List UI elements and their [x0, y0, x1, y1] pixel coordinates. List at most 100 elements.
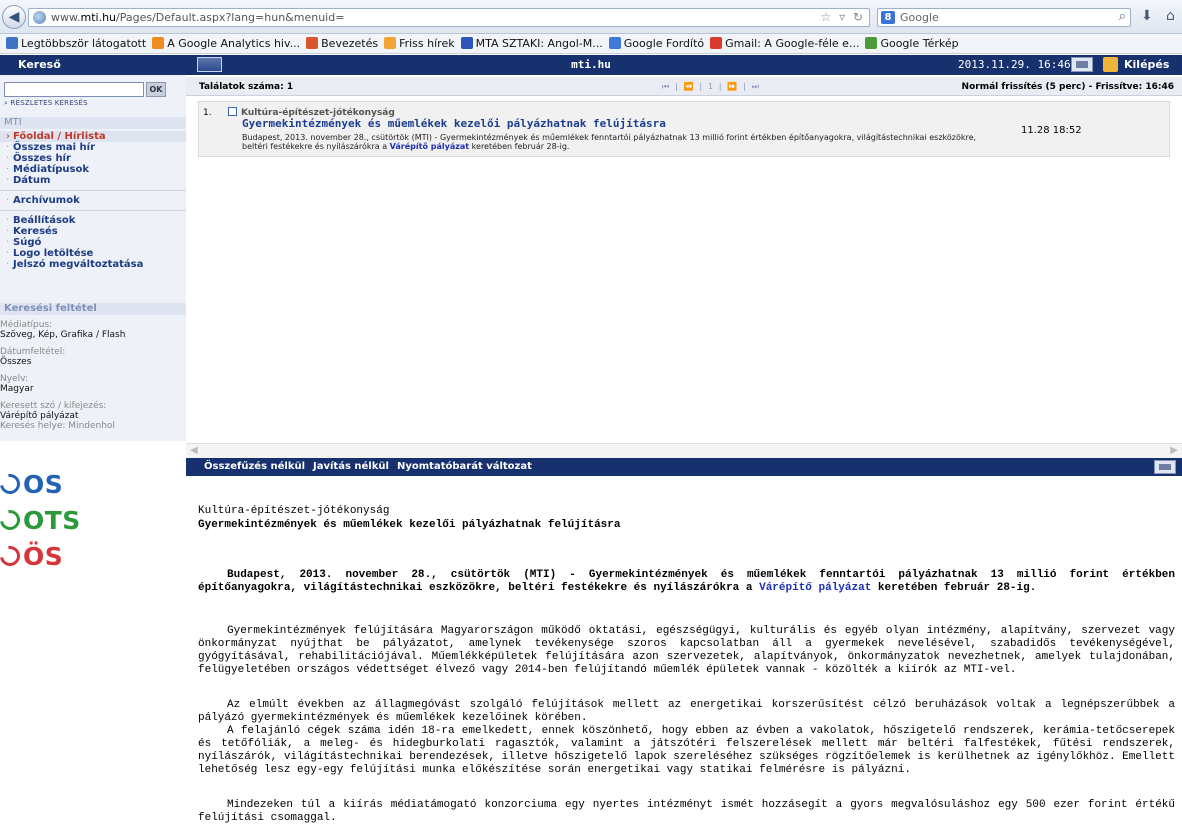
ok-button[interactable]: OK: [146, 82, 166, 97]
logout-link[interactable]: Kilépés: [1124, 58, 1169, 71]
bookmark-item[interactable]: Google Fordító: [608, 34, 705, 53]
no-correction-button[interactable]: Javítás nélkül: [313, 461, 389, 472]
bookmark-item[interactable]: MTA SZTAKI: Angol-M...: [460, 34, 603, 53]
horizontal-scrollbar[interactable]: ◀ ▶: [186, 443, 1182, 458]
sidebar-item-4[interactable]: · Dátum: [0, 175, 186, 186]
bookmark-label: Google Térkép: [880, 37, 959, 50]
url-text: www.mti.hu/Pages/Default.aspx?lang=hun&m…: [51, 11, 345, 24]
sidebar-item-1[interactable]: · Összes mai hír: [0, 142, 186, 153]
article-title: Gyermekintézmények és műemlékek kezelői …: [198, 519, 621, 531]
key-icon: [1103, 57, 1118, 72]
sidebar-item-archive[interactable]: · Archívumok: [0, 195, 186, 206]
bookmark-label: Google Fordító: [623, 37, 705, 50]
filter-label: Dátumfeltétel:: [0, 347, 66, 357]
result-title-link[interactable]: Gyermekintézmények és műemlékek kezelői …: [242, 117, 666, 130]
home-icon[interactable]: ⌂: [1166, 8, 1175, 24]
browser-navbar: ◀ www.mti.hu/Pages/Default.aspx?lang=hun…: [0, 0, 1182, 34]
article-paragraph: A felajánló cégek száma idén 18-ra emelk…: [198, 725, 1175, 776]
bookmarks-bar: Legtöbbször látogatott A Google Analytics…: [0, 34, 1182, 54]
bookmark-item[interactable]: Google Térkép: [865, 34, 959, 53]
article-paragraph: Mindezeken túl a kiírás médiatámogató ko…: [198, 799, 1175, 824]
bookmark-icon: [460, 37, 473, 49]
scroll-right-icon[interactable]: ▶: [1170, 445, 1178, 456]
sidebar-item-setting-0[interactable]: · Beállítások: [0, 215, 186, 226]
bookmark-label: MTA SZTAKI: Angol-M...: [475, 37, 603, 50]
no-merge-button[interactable]: Összefűzés nélkül: [204, 461, 305, 472]
bookmark-item[interactable]: A Google Analytics hiv...: [152, 34, 301, 53]
nav-label: Főoldal / Hírlista: [13, 131, 106, 142]
sidebar-divider: [0, 190, 186, 191]
sidebar-item-setting-2[interactable]: · Súgó: [0, 237, 186, 248]
mti-heading: MTI: [0, 117, 186, 129]
bullet-icon: ·: [6, 153, 10, 164]
article-print-icon[interactable]: [1154, 460, 1176, 474]
google-icon[interactable]: 8: [881, 11, 895, 24]
sidebar-item-0[interactable]: › Főoldal / Hírlista: [0, 131, 186, 142]
bookmark-item[interactable]: Friss hírek: [384, 34, 455, 53]
bookmark-item[interactable]: Legtöbbször látogatott: [6, 34, 146, 53]
article-toolbar: Összefűzés nélkül Javítás nélkül Nyomtat…: [186, 458, 1182, 476]
bullet-icon: ·: [6, 164, 10, 175]
swirl-icon: [0, 542, 24, 570]
sidebar-item-2[interactable]: · Összes hír: [0, 153, 186, 164]
nav-label: Összes mai hír: [13, 142, 95, 153]
datetime-display: 2013.11.29. 16:46: [958, 58, 1071, 71]
nav-label: Archívumok: [13, 195, 80, 206]
os-logo: OS: [0, 470, 186, 499]
bookmark-icon: [6, 37, 18, 49]
sidebar-item-setting-1[interactable]: · Keresés: [0, 226, 186, 237]
filter-label: Médiatípus:: [0, 320, 53, 330]
browser-search-placeholder: Google: [900, 11, 939, 24]
browser-search-box[interactable]: 8 Google ⌕: [877, 8, 1131, 27]
bookmark-label: A Google Analytics hiv...: [167, 37, 301, 50]
swirl-icon: [0, 470, 24, 498]
filter-label: Nyelv:: [0, 374, 28, 384]
nav-label: Médiatípusok: [13, 164, 90, 175]
globe-icon: [33, 11, 46, 24]
article-keyword-link[interactable]: Várépítő pályázat: [759, 582, 871, 594]
pager[interactable]: ⏮ | ⏪ | 1 | ⏩ | ⏭: [662, 82, 759, 92]
filter-value: Magyar: [0, 384, 34, 394]
filter-value: Szöveg, Kép, Grafika / Flash: [0, 330, 126, 340]
result-keyword-link[interactable]: Várépítő pályázat: [390, 142, 469, 151]
print-icon[interactable]: [1071, 57, 1093, 72]
star-icon[interactable]: ☆ ▿ ↻: [821, 10, 865, 24]
bookmark-icon: [306, 37, 319, 49]
bullet-icon: ·: [6, 195, 10, 206]
document-icon: [228, 107, 237, 116]
sidebar-item-setting-4[interactable]: · Jelszó megváltoztatása: [0, 259, 186, 270]
download-icon[interactable]: ⬇: [1141, 8, 1153, 24]
magnifier-icon[interactable]: ⌕: [1119, 9, 1126, 24]
back-button[interactable]: ◀: [2, 5, 26, 29]
ots-logo: OTS: [0, 506, 186, 535]
filter-value: Összes: [0, 357, 32, 367]
nav-label: Beállítások: [13, 215, 76, 226]
bookmark-icon: [152, 37, 165, 49]
bookmark-icon: [384, 37, 397, 49]
bookmark-item[interactable]: Gmail: A Google-féle e...: [710, 34, 860, 53]
address-bar[interactable]: www.mti.hu/Pages/Default.aspx?lang=hun&m…: [28, 8, 870, 27]
bullet-icon: ·: [6, 259, 10, 270]
os-umlaut-logo: ÖS: [0, 542, 186, 571]
article-lead: Budapest, 2013. november 28., csütörtök …: [198, 569, 1175, 594]
result-row[interactable]: 1. Kultúra-építészet-jótékonyság Gyermek…: [198, 101, 1170, 157]
bookmark-item[interactable]: Bevezetés: [306, 34, 378, 53]
result-number: 1.: [203, 108, 212, 118]
bullet-icon: ·: [6, 226, 10, 237]
bookmark-icon: [710, 37, 723, 49]
filter-heading: Keresési feltétel: [0, 303, 186, 315]
bullet-icon: ·: [6, 237, 10, 248]
sidebar-item-setting-3[interactable]: · Logo letöltése: [0, 248, 186, 259]
result-time: 11.28 18:52: [1021, 125, 1082, 136]
refresh-info[interactable]: Normál frissítés (5 perc) - Frissítve: 1…: [962, 82, 1174, 92]
scroll-left-icon[interactable]: ◀: [190, 445, 198, 456]
nav-label: Dátum: [13, 175, 51, 186]
sidebar-item-3[interactable]: · Médiatípusok: [0, 164, 186, 175]
results-header: Találatok száma: 1 ⏮ | ⏪ | 1 | ⏩ | ⏭ Nor…: [186, 77, 1182, 96]
print-friendly-button[interactable]: Nyomtatóbarát változat: [397, 461, 532, 472]
advanced-search-link[interactable]: ⌕ RÉSZLETES KERESÉS: [4, 99, 88, 108]
bookmark-label: Gmail: A Google-féle e...: [725, 37, 860, 50]
search-input[interactable]: [4, 82, 144, 97]
sidebar-divider: [0, 210, 186, 211]
bullet-icon: ·: [6, 142, 10, 153]
